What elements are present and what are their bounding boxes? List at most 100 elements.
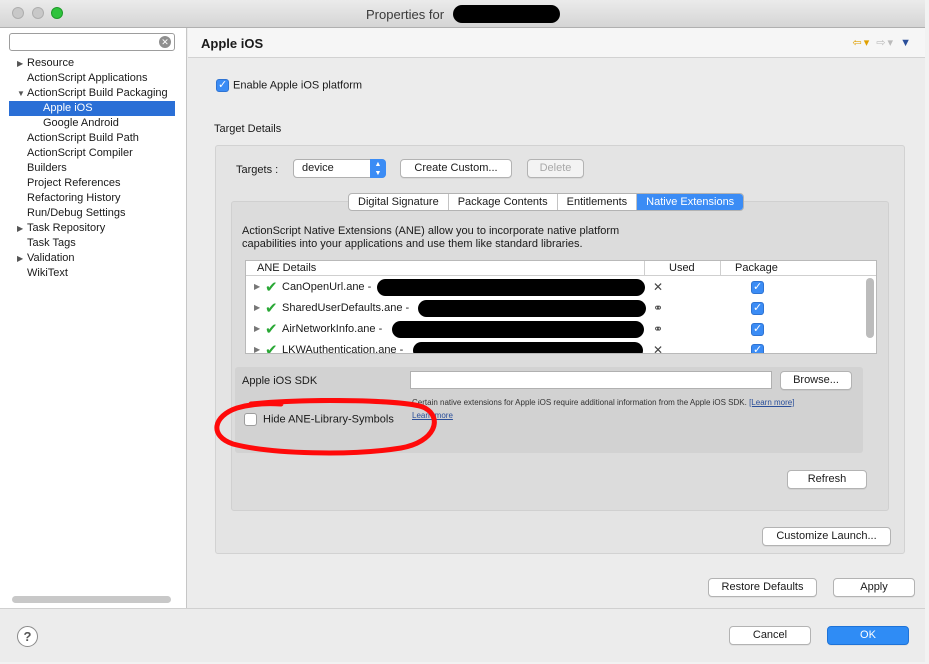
column-separator	[720, 261, 721, 276]
sidebar-item[interactable]: ActionScript Build Path	[9, 131, 175, 146]
redaction	[377, 279, 645, 296]
redaction	[418, 300, 646, 317]
collapsed-triangle-icon[interactable]: ▶	[17, 221, 23, 236]
sidebar-item-label: Apple iOS	[43, 102, 93, 114]
select-arrows-icon: ▲ ▼	[370, 159, 386, 178]
hide-ane-checkbox[interactable]	[244, 413, 257, 426]
expanded-triangle-icon[interactable]: ▼	[17, 86, 25, 101]
sidebar-item-label: WikiText	[27, 267, 68, 279]
filter-input[interactable]: ✕	[9, 33, 175, 51]
redaction	[413, 342, 643, 353]
enable-ios-label: Enable Apple iOS platform	[233, 79, 363, 92]
hide-ane-checkbox-row[interactable]: Hide ANE-Library-Symbols	[244, 413, 394, 426]
package-checkbox[interactable]	[751, 280, 764, 294]
customize-launch-button[interactable]: Customize Launch...	[762, 527, 891, 546]
sidebar-horizontal-scrollbar[interactable]	[12, 596, 171, 603]
package-checkbox[interactable]	[751, 301, 764, 315]
row-expand-icon[interactable]: ▶	[254, 345, 260, 353]
clear-filter-icon[interactable]: ✕	[159, 36, 171, 48]
title-bar: Properties for	[0, 0, 925, 28]
hide-ane-label: Hide ANE-Library-Symbols	[263, 413, 394, 426]
forward-arrow-icon[interactable]: ⇨▾	[876, 37, 895, 49]
minimize-window-button[interactable]	[32, 7, 44, 19]
sidebar-item-label: Google Android	[43, 117, 119, 129]
sidebar-item[interactable]: ActionScript Applications	[9, 71, 175, 86]
enable-ios-checkbox-row[interactable]: Enable Apple iOS platform	[216, 78, 363, 92]
enable-ios-checkbox[interactable]	[216, 78, 229, 92]
package-checkbox[interactable]	[751, 322, 764, 336]
collapsed-triangle-icon[interactable]: ▶	[17, 251, 23, 266]
ios-sdk-input[interactable]	[410, 371, 772, 389]
properties-window: Properties for ✕ ▶ Resource ActionScript A…	[0, 0, 925, 662]
sidebar-item[interactable]: Builders	[9, 161, 175, 176]
help-icon[interactable]: ?	[17, 626, 38, 647]
sidebar-item-label: ActionScript Applications	[27, 72, 148, 84]
ane-name: SharedUserDefaults.ane -	[282, 302, 410, 314]
sidebar-item[interactable]: ActionScript Compiler	[9, 146, 175, 161]
valid-check-icon: ✔	[265, 321, 278, 338]
learn-more-link[interactable]: [Learn more]	[749, 398, 794, 407]
close-window-button[interactable]	[12, 7, 24, 19]
tab-package-contents[interactable]: Package Contents	[449, 194, 558, 210]
sidebar-item-label: ActionScript Compiler	[27, 147, 133, 159]
header-nav: ⇦▾ ⇨▾ ▼	[852, 36, 913, 49]
column-package[interactable]: Package	[735, 262, 778, 274]
refresh-button[interactable]: Refresh	[787, 470, 867, 489]
learn-more-link-2[interactable]: Learn more	[412, 411, 453, 420]
collapsed-triangle-icon[interactable]: ▶	[17, 56, 23, 71]
ane-description: ActionScript Native Extensions (ANE) all…	[242, 225, 620, 250]
unused-x-icon: ✕	[653, 280, 664, 294]
ane-name: LKWAuthentication.ane -	[282, 344, 404, 354]
sidebar-item[interactable]: Run/Debug Settings	[9, 206, 175, 221]
table-row[interactable]: ▶ ✔ SharedUserDefaults.ane - ⚭	[246, 298, 864, 319]
tab-entitlements[interactable]: Entitlements	[558, 194, 638, 210]
ane-name: CanOpenUrl.ane -	[282, 281, 372, 293]
redaction	[392, 321, 644, 338]
delete-button[interactable]: Delete	[527, 159, 584, 178]
target-details-label: Target Details	[214, 123, 282, 135]
ios-sdk-section: Apple iOS SDK Browse... Certain native e…	[214, 367, 863, 456]
targets-select-value: device	[302, 162, 334, 174]
sidebar-item[interactable]: Task Tags	[9, 236, 175, 251]
back-arrow-icon[interactable]: ⇦▾	[852, 37, 871, 49]
valid-check-icon: ✔	[265, 300, 278, 317]
view-menu-icon[interactable]: ▼	[900, 37, 913, 49]
table-row[interactable]: ▶ ✔ AirNetworkInfo.ane - ⚭	[246, 319, 864, 340]
sidebar-item[interactable]: WikiText	[9, 266, 175, 281]
apply-button[interactable]: Apply	[833, 578, 915, 597]
sidebar-item-label: ActionScript Build Path	[27, 132, 139, 144]
sidebar-item[interactable]: ▶ Task Repository	[9, 221, 175, 236]
sidebar: ✕ ▶ Resource ActionScript Applications ▼ Act…	[0, 28, 187, 608]
tab-native-extensions[interactable]: Native Extensions	[637, 194, 744, 210]
create-custom-button[interactable]: Create Custom...	[400, 159, 512, 178]
tab-digital-signature[interactable]: Digital Signature	[349, 194, 449, 210]
sidebar-item[interactable]: Project References	[9, 176, 175, 191]
restore-defaults-button[interactable]: Restore Defaults	[708, 578, 817, 597]
browse-button[interactable]: Browse...	[780, 371, 852, 390]
sidebar-item[interactable]: ▶ Validation	[9, 251, 175, 266]
ane-table-vertical-scrollbar[interactable]	[866, 278, 874, 338]
sidebar-item[interactable]: Apple iOS	[9, 101, 175, 116]
sidebar-item[interactable]: Google Android	[9, 116, 175, 131]
ok-button[interactable]: OK	[827, 626, 909, 645]
row-expand-icon[interactable]: ▶	[254, 324, 260, 333]
table-row[interactable]: ▶ ✔ CanOpenUrl.ane - ✕	[246, 277, 864, 298]
page-title: Apple iOS	[201, 36, 264, 51]
row-expand-icon[interactable]: ▶	[254, 282, 260, 291]
sidebar-item-label: Run/Debug Settings	[27, 207, 126, 219]
column-used[interactable]: Used	[669, 262, 695, 274]
cancel-button[interactable]: Cancel	[729, 626, 811, 645]
ios-sdk-note: Certain native extensions for Apple iOS …	[412, 396, 862, 422]
row-expand-icon[interactable]: ▶	[254, 303, 260, 312]
sidebar-item[interactable]: ▼ ActionScript Build Packaging	[9, 86, 175, 101]
ane-table: ANE Details Used Package ▶ ✔ CanOpenUrl.an…	[245, 260, 877, 354]
targets-select[interactable]: device ▲ ▼	[293, 159, 386, 178]
sidebar-item-label: Resource	[27, 57, 75, 69]
sidebar-item[interactable]: ▶ Resource	[9, 56, 175, 71]
table-row[interactable]: ▶ ✔ LKWAuthentication.ane - ✕	[246, 340, 864, 354]
column-ane-details[interactable]: ANE Details	[257, 262, 316, 274]
sidebar-item[interactable]: Refactoring History	[9, 191, 175, 206]
zoom-window-button[interactable]	[51, 7, 63, 19]
main-panel: Apple iOS ⇦▾ ⇨▾ ▼ Enable Apple iOS platf…	[188, 28, 925, 608]
package-checkbox[interactable]	[751, 343, 764, 353]
